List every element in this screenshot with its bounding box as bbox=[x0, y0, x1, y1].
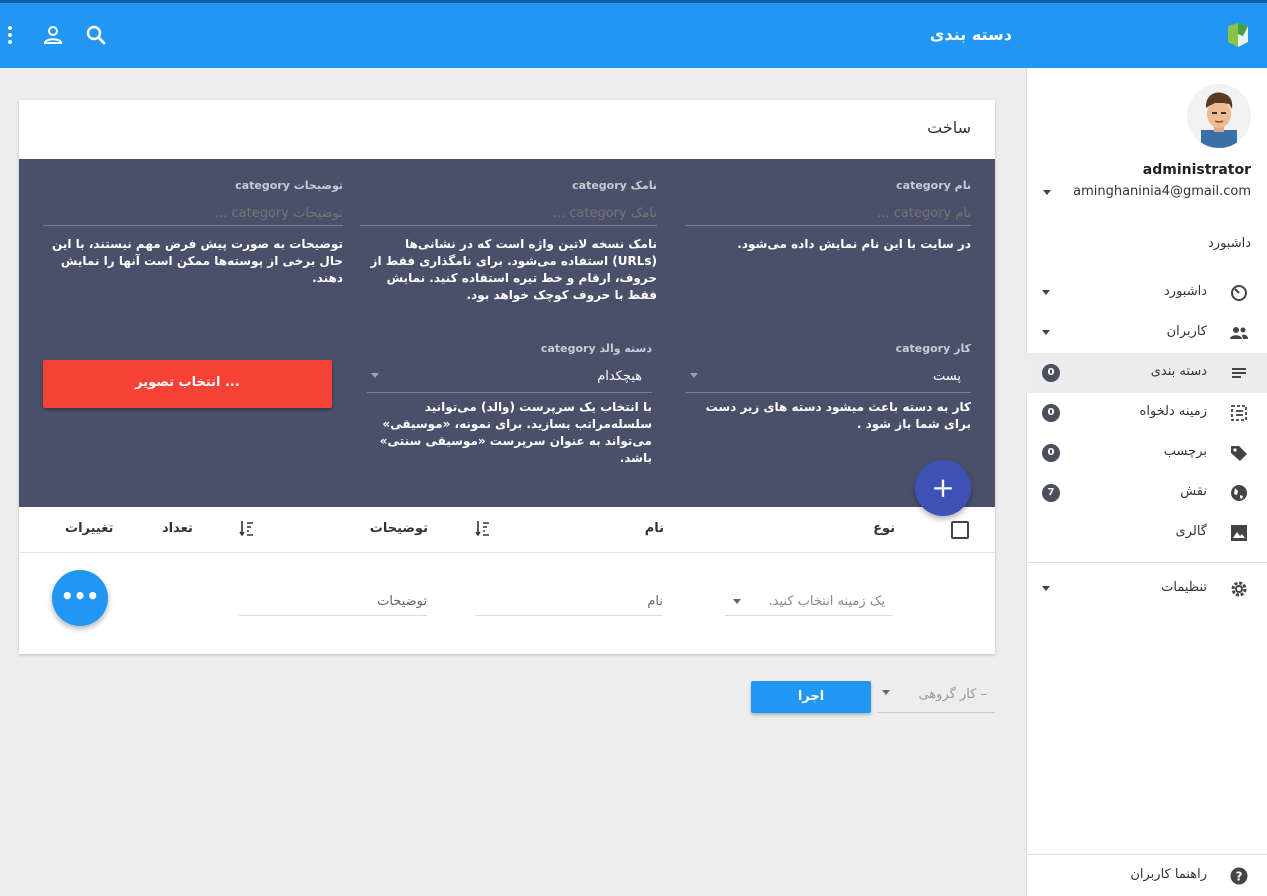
type-filter-placeholder: یک زمینه انتخاب کنید. bbox=[768, 594, 885, 609]
chevron-down-icon[interactable] bbox=[1042, 330, 1050, 335]
help-link[interactable]: ? راهنما کاربران bbox=[1026, 854, 1267, 896]
chevron-down-icon[interactable] bbox=[1042, 290, 1050, 295]
sidebar-item-label: کاربران bbox=[1166, 324, 1207, 339]
sidebar-item-label: تنظیمات bbox=[1161, 580, 1207, 595]
name-filter-input[interactable]: نام bbox=[475, 588, 663, 616]
app-logo-icon bbox=[1228, 23, 1248, 47]
help-icon: ? bbox=[1230, 867, 1248, 885]
parent-select-value: هیچکدام bbox=[597, 369, 642, 384]
user-name: administrator bbox=[1142, 162, 1251, 178]
type-filter-select[interactable]: یک زمینه انتخاب کنید. bbox=[725, 588, 893, 616]
sidebar-item-category[interactable]: دسته بندی 0 bbox=[1026, 353, 1267, 393]
sidebar-item-users[interactable]: کاربران bbox=[1026, 313, 1267, 353]
create-category-card: ساخت نام category در سایت با این نام نما… bbox=[19, 100, 995, 654]
sidebar-item-label: گالری bbox=[1175, 524, 1207, 539]
sidebar-item-custom-field[interactable]: زمینه دلخواه 0 bbox=[1026, 393, 1267, 433]
gallery-icon bbox=[1231, 525, 1247, 541]
name-field-label: نام category bbox=[896, 179, 971, 192]
category-icon bbox=[1232, 368, 1246, 378]
sidebar-item-label: نقش bbox=[1180, 484, 1207, 499]
parent-field-label: دسته والد category bbox=[540, 342, 652, 355]
slug-field-label: نامک category bbox=[572, 179, 657, 192]
custom-field-icon bbox=[1231, 405, 1247, 421]
sort-icon[interactable] bbox=[239, 519, 255, 537]
type-field-label: کار category bbox=[895, 342, 971, 355]
users-icon bbox=[1230, 327, 1248, 339]
filter-row: یک زمینه انتخاب کنید. نام توضیحات ••• bbox=[19, 553, 995, 654]
sidebar-item-label: برچسب bbox=[1163, 444, 1207, 459]
sidebar-item-label: داشبورد bbox=[1164, 284, 1207, 299]
more-vert-icon[interactable] bbox=[0, 23, 22, 47]
svg-text:?: ? bbox=[1236, 870, 1243, 884]
sort-icon[interactable] bbox=[475, 519, 491, 537]
count-badge: 7 bbox=[1042, 484, 1060, 502]
chevron-down-icon bbox=[371, 373, 379, 378]
description-filter-placeholder: توضیحات bbox=[377, 594, 427, 609]
description-field-label: توضیحات category bbox=[235, 179, 343, 192]
description-filter-input[interactable]: توضیحات bbox=[239, 588, 427, 616]
create-form: نام category در سایت با این نام نمایش دا… bbox=[19, 159, 995, 516]
column-header-actions: تغییرات bbox=[65, 521, 114, 536]
parent-select[interactable]: هیچکدام bbox=[367, 365, 652, 393]
sidebar: administrator aminghaninia4@gmail.com دا… bbox=[1026, 68, 1267, 896]
chevron-down-icon[interactable] bbox=[1042, 586, 1050, 591]
bulk-action-select[interactable]: – کار گروهی bbox=[878, 679, 995, 713]
parent-help-text: با انتخاب یک سرپرست (والد) می‌توانید سلس… bbox=[379, 400, 652, 465]
column-header-name[interactable]: نام bbox=[645, 521, 664, 536]
name-help-text: در سایت با این نام نمایش داده می‌شود. bbox=[737, 237, 971, 251]
column-header-count[interactable]: تعداد bbox=[162, 521, 193, 536]
run-button[interactable]: اجرا bbox=[751, 681, 871, 713]
count-badge: 0 bbox=[1042, 444, 1060, 462]
sidebar-item-settings[interactable]: تنظیمات bbox=[1026, 569, 1267, 609]
column-header-description[interactable]: توضیحات bbox=[370, 521, 428, 536]
slug-help-text: نامک نسخه لاتین واژه است که در نشانی‌ها … bbox=[370, 237, 657, 302]
sidebar-item-dashboard[interactable]: داشبورد bbox=[1026, 273, 1267, 313]
chevron-down-icon bbox=[882, 690, 890, 695]
slug-field[interactable] bbox=[360, 202, 657, 226]
role-icon bbox=[1231, 485, 1247, 501]
sidebar-item-role[interactable]: نقش 7 bbox=[1026, 473, 1267, 513]
name-field[interactable] bbox=[686, 202, 971, 226]
dashboard-icon bbox=[1231, 285, 1247, 301]
table-header: نوع نام توضیحات تعداد تغییرات bbox=[19, 507, 995, 553]
name-filter-placeholder: نام bbox=[647, 594, 663, 609]
gear-icon bbox=[1231, 581, 1247, 597]
sidebar-item-label: زمینه دلخواه bbox=[1139, 404, 1207, 419]
page-title: دسته بندی bbox=[929, 25, 1012, 44]
sidebar-item-gallery[interactable]: گالری bbox=[1026, 513, 1267, 553]
type-select-value: پست bbox=[933, 369, 961, 384]
tag-icon bbox=[1231, 446, 1247, 461]
card-title: ساخت bbox=[927, 118, 971, 137]
sidebar-section-title: داشبورد bbox=[1208, 236, 1251, 251]
type-select[interactable]: پست bbox=[686, 365, 971, 393]
choose-image-button[interactable]: انتخاب تصویر ... bbox=[43, 360, 332, 408]
account-icon[interactable] bbox=[41, 23, 65, 47]
count-badge: 0 bbox=[1042, 364, 1060, 382]
column-header-type[interactable]: نوع bbox=[873, 521, 895, 536]
user-menu-chevron-down-icon[interactable] bbox=[1043, 190, 1051, 195]
user-email: aminghaninia4@gmail.com bbox=[1073, 184, 1251, 199]
avatar[interactable] bbox=[1187, 84, 1251, 148]
chevron-down-icon bbox=[690, 373, 698, 378]
type-help-text: کار به دسته باعث میشود دسته های زیر دست … bbox=[705, 400, 971, 431]
chevron-down-icon bbox=[733, 599, 741, 604]
sidebar-divider bbox=[1026, 562, 1267, 563]
count-badge: 0 bbox=[1042, 404, 1060, 422]
description-field[interactable] bbox=[43, 202, 343, 226]
sidebar-item-tag[interactable]: برچسب 0 bbox=[1026, 433, 1267, 473]
more-options-button[interactable]: ••• bbox=[52, 570, 108, 626]
bulk-action-placeholder: – کار گروهی bbox=[918, 687, 987, 702]
top-app-bar: دسته بندی bbox=[0, 0, 1267, 68]
help-label: راهنما کاربران bbox=[1130, 867, 1207, 882]
sidebar-item-label: دسته بندی bbox=[1150, 364, 1207, 379]
avatar-illustration-icon bbox=[1187, 84, 1251, 148]
description-help-text: توضیحات به صورت پیش فرض مهم نیستند، با ا… bbox=[52, 237, 343, 285]
select-all-checkbox[interactable] bbox=[951, 521, 969, 539]
search-icon[interactable] bbox=[84, 23, 108, 47]
